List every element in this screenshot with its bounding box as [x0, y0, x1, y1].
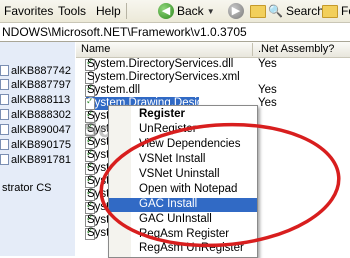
file-icon: [0, 109, 9, 120]
chevron-down-icon: ▼: [206, 6, 215, 16]
folders-icon: [322, 4, 338, 18]
file-name: System.DirectoryServices.xml: [87, 71, 240, 83]
menu-item-view-dependencies[interactable]: View Dependencies: [109, 138, 257, 152]
file-icon: [0, 154, 9, 165]
file-icon: [0, 94, 9, 105]
column-divider[interactable]: [252, 43, 253, 56]
back-label: Back: [177, 4, 204, 18]
table-row[interactable]: System.DirectoryServices.xml: [76, 71, 350, 84]
address-bar[interactable]: NDOWS\Microsoft.NET\Framework\v1.0.3705: [0, 23, 350, 42]
menu-item-label: Open with Notepad: [139, 183, 238, 195]
file-name: System.DirectoryServices.dll: [87, 58, 234, 70]
menu-favorites[interactable]: Favorites: [4, 4, 53, 18]
menu-item-label: View Dependencies: [139, 138, 241, 150]
left-pane-item-label: alKB887797: [11, 78, 71, 91]
file-icon: [0, 65, 9, 76]
menu-item-gac-install[interactable]: GAC Install: [109, 198, 257, 212]
menu-item-label: Register: [139, 108, 186, 120]
left-pane-item[interactable]: alKB887742: [0, 64, 71, 77]
menu-item-regasm-register[interactable]: RegAsm Register: [109, 228, 257, 242]
left-pane-item-label: alKB890175: [11, 138, 71, 151]
left-pane-item-label: alKB890047: [11, 123, 71, 136]
menu-item-gac-uninstall[interactable]: GAC UnInstall: [109, 213, 257, 227]
left-pane-item-label: alKB887742: [11, 64, 71, 77]
menu-item-regasm-unregister[interactable]: RegAsm UnRegister: [109, 242, 257, 256]
file-icon: [0, 124, 9, 135]
folders-button[interactable]: Fold: [322, 1, 350, 21]
forward-button[interactable]: ▶: [228, 1, 244, 21]
up-folder-button[interactable]: [250, 1, 266, 21]
left-pane-item[interactable]: alKB890047: [0, 123, 71, 136]
menu-item-register[interactable]: Register: [109, 108, 257, 122]
left-pane-item-label: alKB888113: [11, 93, 71, 106]
table-row[interactable]: System.dll Yes: [76, 83, 350, 97]
menu-item-label: UnRegister: [139, 123, 197, 135]
menu-item-open-with-notepad[interactable]: Open with Notepad: [109, 183, 257, 197]
up-folder-icon: [250, 4, 266, 18]
menu-item-label: GAC UnInstall: [139, 213, 212, 225]
address-path: NDOWS\Microsoft.NET\Framework\v1.0.3705: [2, 25, 247, 39]
back-arrow-icon: ◀: [158, 3, 174, 19]
menu-help[interactable]: Help: [96, 4, 121, 18]
context-menu: Register UnRegister View Dependencies VS…: [108, 105, 258, 258]
column-header-row: Name .Net Assembly?: [76, 42, 350, 58]
left-pane-item[interactable]: alKB891781: [0, 153, 71, 166]
table-row[interactable]: System.DirectoryServices.dll Yes: [76, 58, 350, 71]
net-assembly-value: Yes: [258, 84, 277, 96]
menu-item-unregister[interactable]: UnRegister: [109, 123, 257, 137]
column-name[interactable]: Name: [81, 43, 110, 55]
menu-item-label: GAC Install: [139, 198, 198, 210]
menu-tools[interactable]: Tools: [58, 4, 86, 18]
left-pane-item-label: alKB891781: [11, 153, 71, 166]
left-pane-item-label: alKB888302: [11, 108, 71, 121]
file-icon: [0, 79, 9, 90]
menu-item-vsnet-install[interactable]: VSNet Install: [109, 153, 257, 167]
file-name: System.dll: [87, 84, 141, 96]
forward-arrow-icon: ▶: [228, 3, 244, 19]
column-net-assembly[interactable]: .Net Assembly?: [258, 43, 334, 55]
folders-label: Fold: [341, 4, 350, 18]
left-pane: alKB887742 alKB887797 alKB888113 alKB888…: [0, 42, 75, 256]
search-button[interactable]: 🔍 Search: [268, 1, 324, 21]
left-pane-item[interactable]: alKB888302: [0, 108, 71, 121]
menu-item-vsnet-uninstall[interactable]: VSNet Uninstall: [109, 168, 257, 182]
toolbar-separator: [126, 3, 127, 19]
search-label: Search: [285, 4, 324, 18]
left-pane-item[interactable]: alKB888113: [0, 93, 70, 106]
back-button[interactable]: ◀ Back ▼: [158, 1, 215, 21]
menu-item-label: VSNet Install: [139, 153, 206, 165]
left-pane-item[interactable]: alKB890175: [0, 138, 71, 151]
left-pane-extra: strator CS: [2, 182, 52, 194]
menu-bar: Favorites Tools Help ◀ Back ▼ ▶ 🔍 Search…: [0, 0, 350, 23]
net-assembly-value: Yes: [258, 97, 277, 109]
left-pane-item[interactable]: alKB887797: [0, 78, 71, 91]
menu-item-label: RegAsm UnRegister: [139, 242, 244, 254]
file-icon: [0, 139, 9, 150]
net-assembly-value: Yes: [258, 58, 277, 70]
menu-item-label: RegAsm Register: [139, 228, 230, 240]
search-icon: 🔍: [268, 4, 283, 18]
menu-item-label: VSNet Uninstall: [139, 168, 220, 180]
